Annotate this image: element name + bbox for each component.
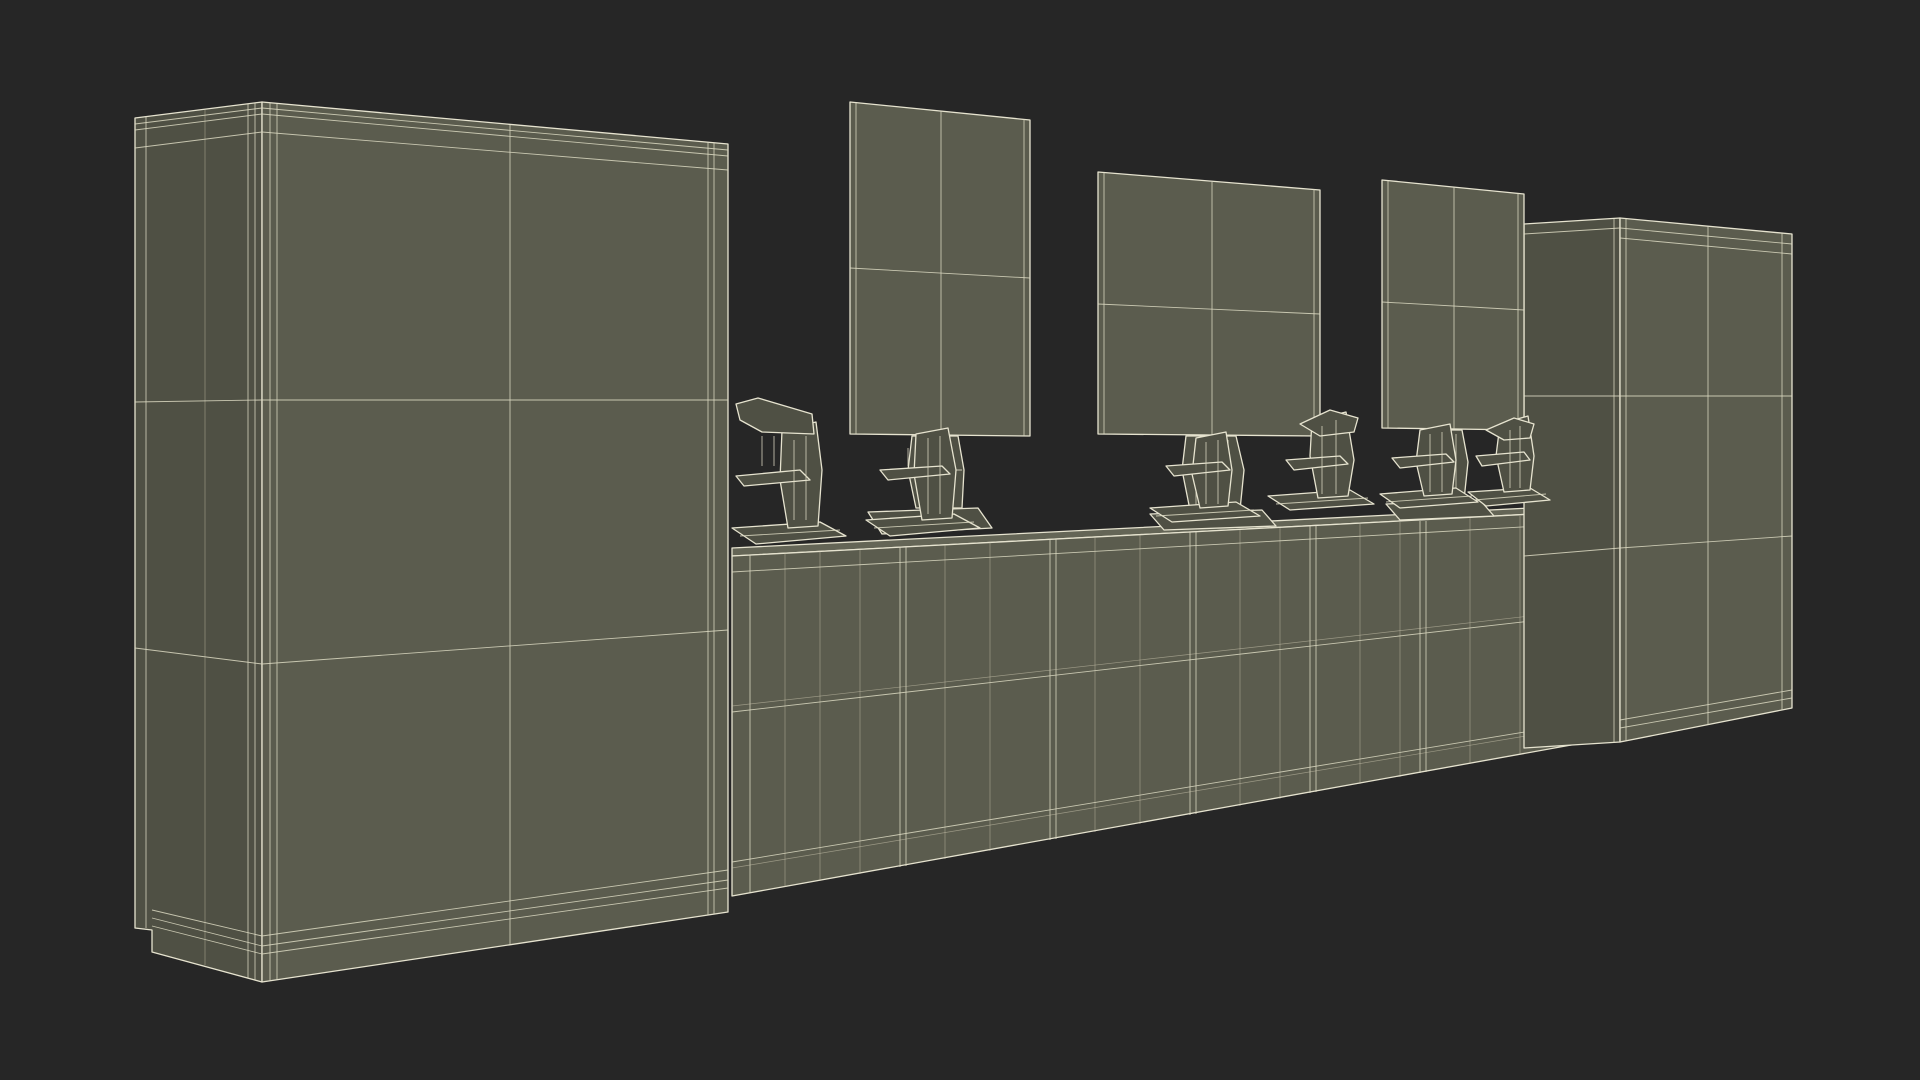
tall-cabinet-right — [1523, 217, 1793, 749]
cabinet-left-front — [261, 101, 729, 983]
microscope-head — [735, 397, 815, 435]
bench-front — [731, 509, 1611, 897]
wireframe-viewport — [134, 101, 1793, 983]
monitor-screen — [1381, 179, 1525, 431]
lab-bench — [731, 503, 1611, 897]
monitor-screen — [849, 101, 1031, 437]
cabinet-left-side — [134, 101, 263, 983]
cabinet-right-side — [1523, 217, 1621, 749]
tall-cabinet-left — [134, 101, 729, 983]
monitor-screen — [1097, 171, 1321, 437]
cabinet-right-front — [1619, 217, 1793, 743]
microscope-1 — [731, 397, 847, 545]
